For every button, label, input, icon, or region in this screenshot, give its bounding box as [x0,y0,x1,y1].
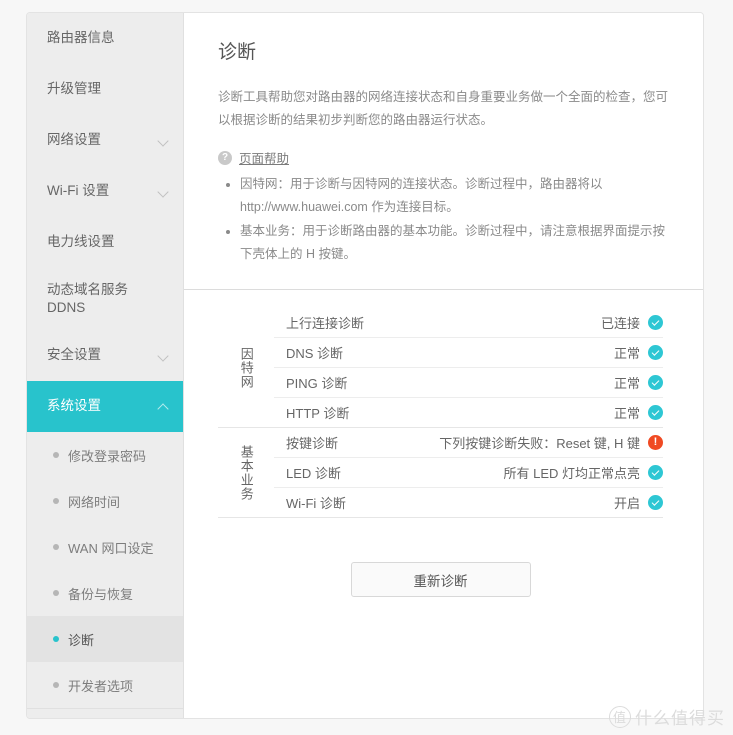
rediagnose-button[interactable]: 重新诊断 [350,562,531,598]
row-value: 正常 [613,376,640,392]
status-ok-icon [648,375,663,391]
chevron-down-icon [158,186,169,197]
table-row: Wi-Fi 诊断 开启 [274,488,663,517]
chevron-up-icon [158,401,169,412]
sidebar-subitem-wan-port[interactable]: WAN 网口设定 [27,524,183,570]
sidebar-item-wifi-settings[interactable]: Wi-Fi 设置 [27,166,183,217]
group-rows: 按键诊断 下列按键诊断失败：Reset 键, H 键 ! LED 诊断 所有 L… [274,428,663,517]
sidebar-item-upgrade-management[interactable]: 升级管理 [27,64,183,115]
sidebar-subitem-label: 修改登录密码 [68,448,147,464]
diagnostics-group-internet: 因特网 上行连接诊断 已连接 DNS 诊断 正常 PING 诊断 正常 HTTP… [218,308,663,429]
page-help-row[interactable]: ? 页面帮助 [218,148,673,167]
row-label: HTTP 诊断 [286,406,350,422]
row-label: LED 诊断 [286,466,341,482]
chevron-down-icon [158,350,169,361]
help-bullet-list: 因特网：用于诊断与因特网的连接状态。诊断过程中，路由器将以 http://www… [218,173,673,265]
sidebar-subitem-backup-restore[interactable]: 备份与恢复 [27,570,183,616]
group-label-internet: 因特网 [238,346,254,389]
intro-panel: 诊断 诊断工具帮助您对路由器的网络连接状态和自身重要业务做一个全面的检查，您可以… [184,13,703,291]
page-title: 诊断 [218,42,257,63]
status-ok-icon [648,315,663,331]
bullet-dot-icon [53,544,59,550]
sidebar-subitem-label: 网络时间 [68,494,121,510]
intro-description: 诊断工具帮助您对路由器的网络连接状态和自身重要业务做一个全面的检查，您可以根据诊… [218,90,669,128]
sidebar-item-label: 系统设置 [47,398,101,414]
bullet-dot-icon [53,682,59,688]
sidebar-subitem-developer-options[interactable]: 开发者选项 [27,662,183,708]
table-row: 上行连接诊断 已连接 [274,308,663,339]
sidebar-item-label: 动态域名服务 DDNS [47,281,128,315]
sidebar-subitem-diagnostics[interactable]: 诊断 [27,616,183,662]
status-ok-icon [648,495,663,511]
sidebar-subitem-change-password[interactable]: 修改登录密码 [27,432,183,478]
diagnostics-group-basic-services: 基本业务 按键诊断 下列按键诊断失败：Reset 键, H 键 ! LED 诊断… [218,428,663,519]
router-admin-window: 路由器信息 升级管理 网络设置 Wi-Fi 设置 电力线设置 动态域名服务 DD… [26,12,704,719]
status-ok-icon [648,345,663,361]
action-bar: 重新诊断 [218,518,663,598]
status-error-icon: ! [648,435,663,451]
bullet-dot-icon [53,590,59,596]
help-bullet-item: 因特网：用于诊断与因特网的连接状态。诊断过程中，路由器将以 http://www… [240,173,673,218]
row-value: 正常 [613,406,640,422]
row-value: 下列按键诊断失败：Reset 键, H 键 [439,436,640,452]
sidebar: 路由器信息 升级管理 网络设置 Wi-Fi 设置 电力线设置 动态域名服务 DD… [27,13,184,718]
question-mark-icon: ? [218,150,232,165]
bullet-dot-icon [53,452,59,458]
status-ok-icon [648,405,663,421]
sidebar-subitem-network-time[interactable]: 网络时间 [27,478,183,524]
table-row: DNS 诊断 正常 [274,338,663,369]
sidebar-item-label: 网络设置 [47,132,101,148]
sidebar-item-apps[interactable]: 应用 [27,709,183,718]
row-label: DNS 诊断 [286,346,344,362]
sidebar-subitem-label: 备份与恢复 [68,586,134,602]
row-label: PING 诊断 [286,376,348,392]
sidebar-subitem-label: 开发者选项 [68,678,134,694]
bullet-dot-icon [53,636,59,642]
table-row: PING 诊断 正常 [274,368,663,399]
status-ok-icon [648,465,663,481]
row-value: 所有 LED 灯均正常点亮 [503,466,640,482]
chevron-down-icon [158,135,169,146]
sidebar-submenu-system-settings: 修改登录密码 网络时间 WAN 网口设定 备份与恢复 诊断 开发者选项 [27,432,183,708]
help-bullet-item: 基本业务：用于诊断路由器的基本功能。诊断过程中，请注意根据界面提示按下壳体上的 … [240,220,673,265]
sidebar-item-system-settings[interactable]: 系统设置 [27,381,183,432]
sidebar-subitem-label: WAN 网口设定 [68,540,154,556]
sidebar-item-label: 安全设置 [47,347,101,363]
sidebar-item-security-settings[interactable]: 安全设置 [27,330,183,381]
sidebar-item-label: 路由器信息 [47,30,115,46]
page-help-link[interactable]: 页面帮助 [239,148,289,167]
diagnostics-results: 因特网 上行连接诊断 已连接 DNS 诊断 正常 PING 诊断 正常 HTTP… [184,290,703,598]
sidebar-subitem-label: 诊断 [68,632,95,648]
table-row: HTTP 诊断 正常 [274,398,663,427]
sidebar-item-label: 电力线设置 [47,234,115,250]
table-row: LED 诊断 所有 LED 灯均正常点亮 [274,458,663,489]
sidebar-item-label: 升级管理 [47,81,101,97]
sidebar-item-label: Wi-Fi 设置 [47,183,110,199]
row-label: Wi-Fi 诊断 [286,496,346,512]
main-content: 诊断 诊断工具帮助您对路由器的网络连接状态和自身重要业务做一个全面的检查，您可以… [184,13,703,718]
sidebar-item-network-settings[interactable]: 网络设置 [27,115,183,166]
table-row: 按键诊断 下列按键诊断失败：Reset 键, H 键 ! [274,428,663,459]
row-value: 开启 [613,496,640,512]
bullet-dot-icon [53,498,59,504]
group-label-basic-services: 基本业务 [238,444,254,501]
row-value: 已连接 [600,316,640,332]
row-label: 按键诊断 [286,436,339,452]
sidebar-item-powerline-settings[interactable]: 电力线设置 [27,217,183,268]
sidebar-item-router-info[interactable]: 路由器信息 [27,13,183,64]
row-value: 正常 [613,346,640,362]
sidebar-item-ddns[interactable]: 动态域名服务 DDNS [27,268,183,330]
row-label: 上行连接诊断 [286,316,365,332]
group-rows: 上行连接诊断 已连接 DNS 诊断 正常 PING 诊断 正常 HTTP 诊断 … [274,308,663,427]
